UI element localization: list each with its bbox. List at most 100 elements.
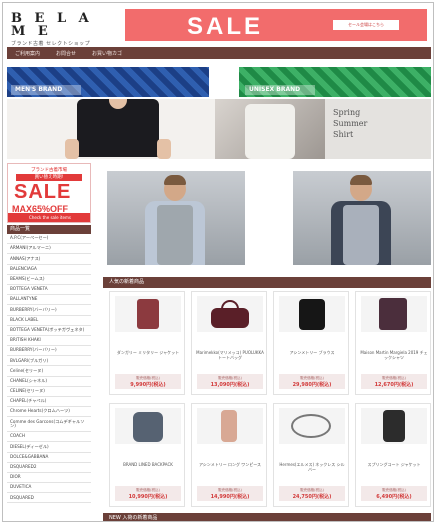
sidebar-brand-item[interactable]: DIESEL(ディーゼル) (7, 442, 91, 453)
product-card[interactable]: アシンメトリー ブラウス 販売価格(税込) 29,980円(税込) (273, 291, 349, 395)
sidebar-brand-item[interactable]: BVLGARI(ブルガリ) (7, 356, 91, 367)
sidebar-sale-banner[interactable]: ブランド古着市場 買い替え時期! SALE MAX65%OFF Check th… (7, 163, 91, 223)
sidebar-brand-item[interactable]: Celine(セリーヌ) (7, 366, 91, 377)
sidebar-brand-item[interactable]: ANNAS(アナス) (7, 254, 91, 265)
sidebar-brand-item[interactable]: DIOR (7, 473, 91, 484)
product-card[interactable]: Hermes(エルメス) ネックレス シルバー 販売価格(税込) 24,750円(税… (273, 403, 349, 507)
sidebar-brand-item[interactable]: BURBERRY(バーバリー) (7, 305, 91, 316)
sidebar-brand-item[interactable]: BALENCIAGA (7, 265, 91, 275)
product-name[interactable]: スプリングコート ジャケット (360, 462, 428, 478)
sale-banner[interactable]: SALE セール会場はこちら (125, 9, 427, 41)
product-price-box: 販売価格(税込) 10,990円(税込) (115, 486, 181, 501)
sidebar-sale-big: SALE (14, 181, 72, 203)
sidebar: ブランド古着市場 買い替え時期! SALE MAX65%OFF Check th… (7, 163, 95, 521)
sidebar-brand-item[interactable]: BALLANTYNE (7, 295, 91, 306)
product-card[interactable]: ダンガリー ミリタリー ジャケット 販売価格(税込) 9,990円(税込) (109, 291, 185, 395)
sidebar-brand-list: A.P.C(アーペーセー) ARMANI(アルマーニ) ANNAS(アナス) BALE… (7, 234, 91, 504)
product-image[interactable] (361, 296, 427, 332)
product-price-box: 販売価格(税込) 24,750円(税込) (279, 486, 345, 501)
product-price: 24,750円(税込) (292, 494, 332, 500)
product-image[interactable] (279, 296, 345, 332)
sidebar-brand-item[interactable]: BOTTEGA VENETA(ボッテガヴェネタ) (7, 326, 91, 336)
product-image[interactable] (115, 296, 181, 332)
sale-banner-text: SALE (187, 13, 264, 40)
sidebar-brand-item[interactable]: Comme des Garcons(コムデギャルソン) (7, 417, 91, 433)
sidebar-brand-item[interactable]: CHAPEL(チャペル) (7, 397, 91, 408)
product-price: 6,490円(税込) (376, 494, 412, 500)
sidebar-brand-item[interactable]: BOTTEGA VENETA (7, 285, 91, 296)
product-name[interactable]: アシンメトリー ブラウス (278, 350, 346, 366)
sidebar-brand-item[interactable]: BEAMS(ビームス) (7, 275, 91, 285)
sidebar-brand-item[interactable]: BLACK LABEL (7, 316, 91, 326)
sidebar-brand-item[interactable]: DSQUARED (7, 493, 91, 504)
sidebar-brand-item[interactable]: CELINE(セリーヌ) (7, 387, 91, 397)
logo-text: B E L A M E (11, 11, 93, 39)
site-header: B E L A M E ブランド古着 セレクトショップ www.belame.j… (7, 7, 431, 53)
sale-banner-button[interactable]: セール会場はこちら (333, 20, 399, 30)
nav-item-guide[interactable]: ご利用案内 (15, 50, 40, 57)
product-price: 9,990円(税込) (130, 382, 166, 388)
site-logo[interactable]: B E L A M E ブランド古着 セレクトショップ www.belame.j… (11, 11, 111, 53)
product-price-box: 販売価格(税込) 12,670円(税込) (361, 374, 427, 389)
sidebar-brand-item[interactable]: CHANEL(シャネル) (7, 377, 91, 387)
hero-shirt-photo (215, 99, 325, 159)
product-price-box: 販売価格(税込) 14,990円(税込) (197, 486, 263, 501)
section-heading-popular: 人気の新着商品 (103, 277, 431, 288)
product-card[interactable]: Marimekko(マリメッコ) PUOLUKKA トートバッグ 販売価格(税込)… (191, 291, 267, 395)
product-price-box: 販売価格(税込) 13,090円(税込) (197, 374, 263, 389)
feature-model-photo-2[interactable] (293, 171, 431, 265)
product-price: 29,980円(税込) (292, 382, 332, 388)
main-content: 人気の新着商品 ダンガリー ミリタリー ジャケット 販売価格(税込) 9,990円(… (103, 163, 431, 521)
product-card[interactable]: スプリングコート ジャケット 販売価格(税込) 6,490円(税込) (355, 403, 431, 507)
product-name[interactable]: ダンガリー ミリタリー ジャケット (114, 350, 182, 366)
sidebar-brand-item[interactable]: BURBERRY(バーバリー) (7, 346, 91, 357)
mens-brand-banner[interactable]: MEN'S BRAND (7, 67, 209, 97)
section-heading-new: NEW 入荷の新着商品 (103, 513, 431, 521)
product-price: 10,990円(税込) (128, 494, 168, 500)
sidebar-brand-item[interactable]: DUVETICA (7, 483, 91, 494)
product-price: 13,090円(税込) (210, 382, 250, 388)
sidebar-brand-item[interactable]: ARMANI(アルマーニ) (7, 244, 91, 255)
sidebar-brand-item[interactable]: BRITISH KHAKI (7, 336, 91, 347)
product-name[interactable]: BRAND LINED BACKPACK (114, 462, 182, 478)
sidebar-brand-item[interactable]: A.P.C(アーペーセー) (7, 234, 91, 245)
sidebar-brand-item[interactable]: DOLCE&GABBANA (7, 453, 91, 463)
product-price: 14,990円(税込) (210, 494, 250, 500)
sidebar-sale-bar: Check the sale items (8, 213, 90, 222)
product-name[interactable]: Hermes(エルメス) ネックレス シルバー (278, 462, 346, 478)
product-image[interactable] (361, 408, 427, 444)
hero-arm-left (65, 139, 79, 159)
logo-tagline: ブランド古着 セレクトショップ (11, 41, 91, 47)
feature-model-photo-1[interactable] (107, 171, 245, 265)
sidebar-brand-item[interactable]: COACH (7, 432, 91, 443)
hero-arm-right (157, 139, 171, 159)
sidebar-brand-item[interactable]: DSQUARED2 (7, 463, 91, 473)
product-image[interactable] (197, 408, 263, 444)
product-card[interactable]: アシンメトリー ロング ワンピース 販売価格(税込) 14,990円(税込) (191, 403, 267, 507)
product-name[interactable]: Maison Martin Margiela 2019 チェックシャツ (360, 350, 428, 366)
page-frame: B E L A M E ブランド古着 セレクトショップ www.belame.j… (2, 2, 434, 522)
unisex-brand-label: UNISEX BRAND (245, 85, 315, 95)
sidebar-brand-item[interactable]: Chrome Hearts(クロムハーツ) (7, 407, 91, 418)
nav-item-cart[interactable]: お買い物カゴ (92, 50, 122, 57)
product-image[interactable] (115, 408, 181, 444)
product-price: 12,670円(税込) (374, 382, 414, 388)
hero-banner[interactable]: Spring Summer Shirt (7, 99, 431, 159)
product-price-box: 販売価格(税込) 6,490円(税込) (361, 486, 427, 501)
hero-text-line1: Spring (333, 108, 361, 117)
product-price-box: 販売価格(税込) 29,980円(税込) (279, 374, 345, 389)
unisex-brand-banner[interactable]: UNISEX BRAND (239, 67, 431, 97)
sidebar-sale-line2: 買い替え時期! (16, 174, 82, 181)
top-nav: ご利用案内 お問合せ お買い物カゴ (7, 47, 431, 59)
product-image[interactable] (197, 296, 263, 332)
product-name[interactable]: アシンメトリー ロング ワンピース (196, 462, 264, 478)
product-card[interactable]: Maison Martin Margiela 2019 チェックシャツ 販売価格(… (355, 291, 431, 395)
nav-item-contact[interactable]: お問合せ (56, 50, 76, 57)
product-name[interactable]: Marimekko(マリメッコ) PUOLUKKA トートバッグ (196, 350, 264, 366)
product-card[interactable]: BRAND LINED BACKPACK 販売価格(税込) 10,990円(税込) (109, 403, 185, 507)
hero-text-line2: Summer (333, 119, 368, 128)
mens-brand-label: MEN'S BRAND (11, 85, 81, 95)
hero-text-line3: Shirt (333, 130, 354, 139)
product-price-box: 販売価格(税込) 9,990円(税込) (115, 374, 181, 389)
product-image[interactable] (279, 408, 345, 444)
